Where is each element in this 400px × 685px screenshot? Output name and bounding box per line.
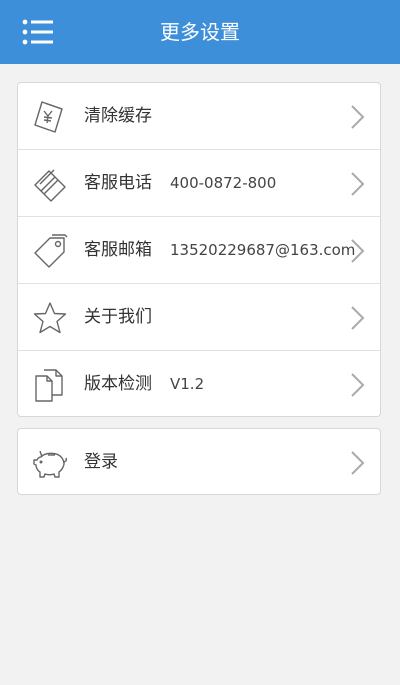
chevron-right-icon xyxy=(351,451,365,475)
row-label: 版本检测 xyxy=(84,374,152,394)
customer-phone-item[interactable]: 客服电话 400-0872-800 xyxy=(18,150,380,217)
cards-icon xyxy=(34,169,66,202)
chevron-right-icon xyxy=(351,373,365,397)
page-title: 更多设置 xyxy=(160,20,240,44)
version-number: V1.2 xyxy=(170,375,205,393)
row-label: 清除缓存 xyxy=(84,106,152,126)
hamburger-menu-icon xyxy=(22,19,53,45)
top-bar: 更多设置 xyxy=(0,0,400,64)
menu-button[interactable] xyxy=(20,16,60,48)
piggy-bank-icon xyxy=(33,450,68,478)
customer-email-item[interactable]: 客服邮箱 13520229687@163.com xyxy=(18,217,380,284)
tag-icon xyxy=(34,234,68,268)
clear-cache-item[interactable]: 清除缓存 xyxy=(18,83,380,150)
chevron-right-icon xyxy=(351,239,365,263)
documents-icon xyxy=(35,369,63,402)
about-us-item[interactable]: 关于我们 xyxy=(18,284,380,351)
ticket-icon xyxy=(34,101,63,133)
phone-number: 400-0872-800 xyxy=(170,174,277,192)
account-card: 登录 xyxy=(17,428,381,495)
login-item[interactable]: 登录 xyxy=(18,429,380,496)
login-label: 登录 xyxy=(84,452,118,472)
row-label: 客服电话 xyxy=(84,173,152,193)
chevron-right-icon xyxy=(351,105,365,129)
row-label: 客服邮箱 xyxy=(84,240,152,260)
chevron-right-icon xyxy=(351,306,365,330)
chevron-right-icon xyxy=(351,172,365,196)
row-label: 关于我们 xyxy=(84,307,152,327)
settings-list: 清除缓存 客服电话 400-0872-800 客服邮箱 13520229687@… xyxy=(17,82,381,417)
version-check-item[interactable]: 版本检测 V1.2 xyxy=(18,351,380,418)
email-address: 13520229687@163.com xyxy=(170,241,356,259)
star-icon xyxy=(33,302,67,334)
